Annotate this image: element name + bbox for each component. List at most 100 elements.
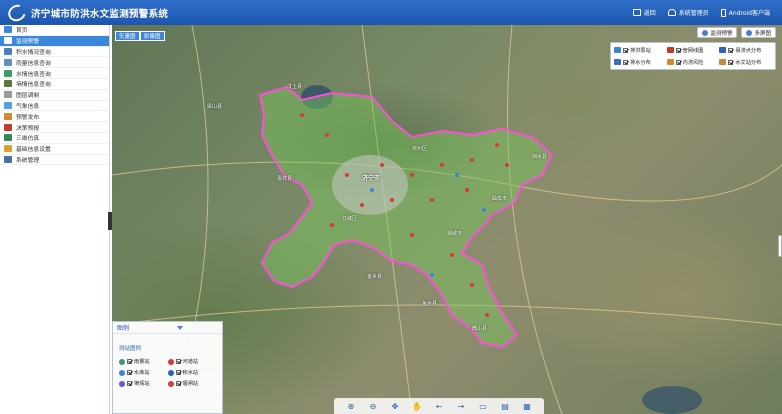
sidebar-item-label: 监测预警 bbox=[16, 39, 40, 46]
layer-checkbox[interactable] bbox=[728, 59, 734, 65]
legend-subtitle: 测站图例 bbox=[119, 346, 142, 352]
menu-icon bbox=[4, 91, 12, 99]
legend-item[interactable]: 河道站 bbox=[167, 358, 217, 365]
map-place-label: 兖州区 bbox=[412, 146, 428, 152]
legend-checkbox[interactable] bbox=[175, 370, 181, 375]
right-panel-handle[interactable] bbox=[778, 235, 782, 257]
header-actions: 返回 系统管理员 Android客户端 bbox=[632, 8, 770, 17]
sidebar-item[interactable]: 积水情况查询 bbox=[0, 47, 109, 58]
sidebar-item-label: 雨量信息查询 bbox=[16, 60, 51, 67]
vector-map-button[interactable]: 矢量图 bbox=[115, 31, 140, 41]
layer-toggle[interactable]: 易涝点分布 bbox=[719, 44, 772, 56]
layer-toggle[interactable]: 内涝风险 bbox=[666, 56, 720, 68]
sidebar-item[interactable]: 预警发布 bbox=[0, 111, 109, 123]
legend-label: 雨量站 bbox=[134, 359, 150, 365]
legend-item[interactable]: 水库站 bbox=[119, 369, 168, 376]
layer-toggle[interactable]: 管网线图 bbox=[666, 44, 720, 56]
layer-icon bbox=[719, 47, 727, 53]
legend-header: 图例 bbox=[113, 322, 222, 334]
sidebar-item-label: 系统管理 bbox=[16, 157, 40, 164]
back-button[interactable]: 返回 bbox=[632, 8, 656, 17]
sidebar-item-label: 首页 bbox=[16, 28, 28, 35]
menu-icon bbox=[4, 112, 12, 120]
menu-icon bbox=[4, 37, 12, 45]
legend-label: 墒情站 bbox=[134, 381, 150, 387]
satellite-map-button[interactable]: 影像图 bbox=[140, 31, 165, 41]
sidebar-item[interactable]: 图层调制 bbox=[0, 90, 109, 101]
layer-icon bbox=[614, 59, 621, 65]
sidebar-item-label: 气象信息 bbox=[16, 103, 40, 110]
station-marker-icon bbox=[119, 369, 125, 376]
menu-icon bbox=[4, 134, 12, 142]
layer-checkbox[interactable] bbox=[675, 47, 681, 53]
sidebar-item-label: 水情信息查询 bbox=[16, 71, 51, 78]
monitor-icon bbox=[702, 29, 709, 36]
sidebar-item[interactable]: 监测预警 bbox=[0, 35, 109, 47]
legend-checkbox[interactable] bbox=[175, 381, 181, 386]
legend-label: 积水站 bbox=[182, 370, 199, 376]
zoom-in-icon[interactable]: ⊕ bbox=[346, 401, 356, 411]
layer-checkbox[interactable] bbox=[728, 47, 734, 53]
back-icon bbox=[632, 9, 641, 16]
layer-toggle[interactable]: 排水分布 bbox=[614, 56, 667, 68]
monitor-button[interactable]: 监测预警 bbox=[697, 27, 738, 38]
multi-screen-button[interactable]: 多屏图 bbox=[741, 27, 776, 38]
sidebar-item[interactable]: 首页 bbox=[0, 25, 109, 36]
sidebar-item[interactable]: 雨量信息查询 bbox=[0, 57, 109, 69]
station-marker-icon bbox=[167, 369, 174, 376]
layer-icon bbox=[614, 47, 621, 53]
legend-item[interactable]: 雨量站 bbox=[119, 358, 168, 365]
legend-label: 水库站 bbox=[134, 370, 150, 376]
sidebar: 首页监测预警积水情况查询 雨量信息查询 水情信息查询 墒情信息查询 图层调制气象信息 预警… bbox=[0, 25, 110, 414]
area-icon[interactable]: ▤ bbox=[500, 401, 510, 411]
sidebar-item[interactable]: 基础信息设置 bbox=[0, 144, 109, 155]
layer-icon bbox=[666, 47, 674, 53]
legend-collapse-icon[interactable] bbox=[177, 325, 184, 330]
layer-icon bbox=[666, 59, 674, 65]
pan-icon[interactable]: ✥ bbox=[390, 401, 400, 411]
measure-icon[interactable]: ▭ bbox=[478, 401, 488, 411]
forward-arrow-icon[interactable]: → bbox=[456, 401, 466, 411]
legend-item[interactable]: 积水站 bbox=[167, 369, 217, 376]
menu-icon bbox=[4, 69, 12, 77]
legend-checkbox[interactable] bbox=[127, 370, 132, 375]
hand-icon[interactable]: ✋ bbox=[412, 401, 422, 411]
back-arrow-icon[interactable]: ← bbox=[434, 401, 444, 411]
sidebar-item[interactable]: 气象信息 bbox=[0, 101, 109, 112]
user-button[interactable]: 系统管理员 bbox=[667, 8, 709, 17]
map-place-label: 汶上县 bbox=[287, 84, 303, 90]
legend-checkbox[interactable] bbox=[175, 359, 181, 364]
sidebar-item[interactable]: 墒情信息查询 bbox=[0, 79, 109, 90]
globe-icon bbox=[746, 29, 753, 36]
layer-checkbox[interactable] bbox=[623, 47, 628, 53]
layer-icon bbox=[719, 59, 727, 65]
legend-title: 图例 bbox=[117, 325, 130, 332]
sidebar-item[interactable]: 三维仿真 bbox=[0, 133, 109, 144]
station-marker-icon bbox=[119, 358, 125, 365]
legend-checkbox[interactable] bbox=[127, 359, 132, 364]
print-icon[interactable]: ▦ bbox=[522, 401, 532, 411]
layer-label: 水文站分布 bbox=[735, 59, 762, 66]
map-place-label: 曲阜市 bbox=[492, 196, 508, 202]
map-view[interactable]: 矢量图 影像图 济宁市 嘉祥县 任城区 兖州区 邹城市 曲阜市 金乡县 汶上县 微山县 鱼台县 泗水… bbox=[112, 25, 782, 414]
layer-toggle[interactable]: 排洪泵站 bbox=[614, 44, 667, 56]
sidebar-item-label: 基础信息设置 bbox=[16, 147, 51, 154]
layer-toggle[interactable]: 水文站分布 bbox=[719, 56, 772, 68]
legend-label: 堰闸站 bbox=[182, 381, 199, 387]
zoom-out-icon[interactable]: ⊖ bbox=[368, 401, 378, 411]
legend-label: 河道站 bbox=[182, 359, 199, 365]
station-marker-icon bbox=[167, 358, 174, 365]
sidebar-item-label: 三维仿真 bbox=[16, 136, 40, 143]
sidebar-item[interactable]: 系统管理 bbox=[0, 155, 109, 166]
sidebar-item[interactable]: 水情信息查询 bbox=[0, 68, 109, 79]
sidebar-item[interactable]: 决策预报 bbox=[0, 122, 109, 133]
legend-checkbox[interactable] bbox=[127, 381, 132, 386]
layer-label: 排水分布 bbox=[630, 59, 651, 66]
menu-icon bbox=[4, 26, 12, 34]
layer-checkbox[interactable] bbox=[623, 59, 628, 65]
legend-item[interactable]: 堰闸站 bbox=[167, 380, 217, 387]
sidebar-item-label: 积水情况查询 bbox=[16, 49, 51, 56]
layer-checkbox[interactable] bbox=[675, 59, 681, 65]
android-client-button[interactable]: Android客户端 bbox=[720, 8, 770, 17]
legend-item[interactable]: 墒情站 bbox=[119, 380, 168, 387]
